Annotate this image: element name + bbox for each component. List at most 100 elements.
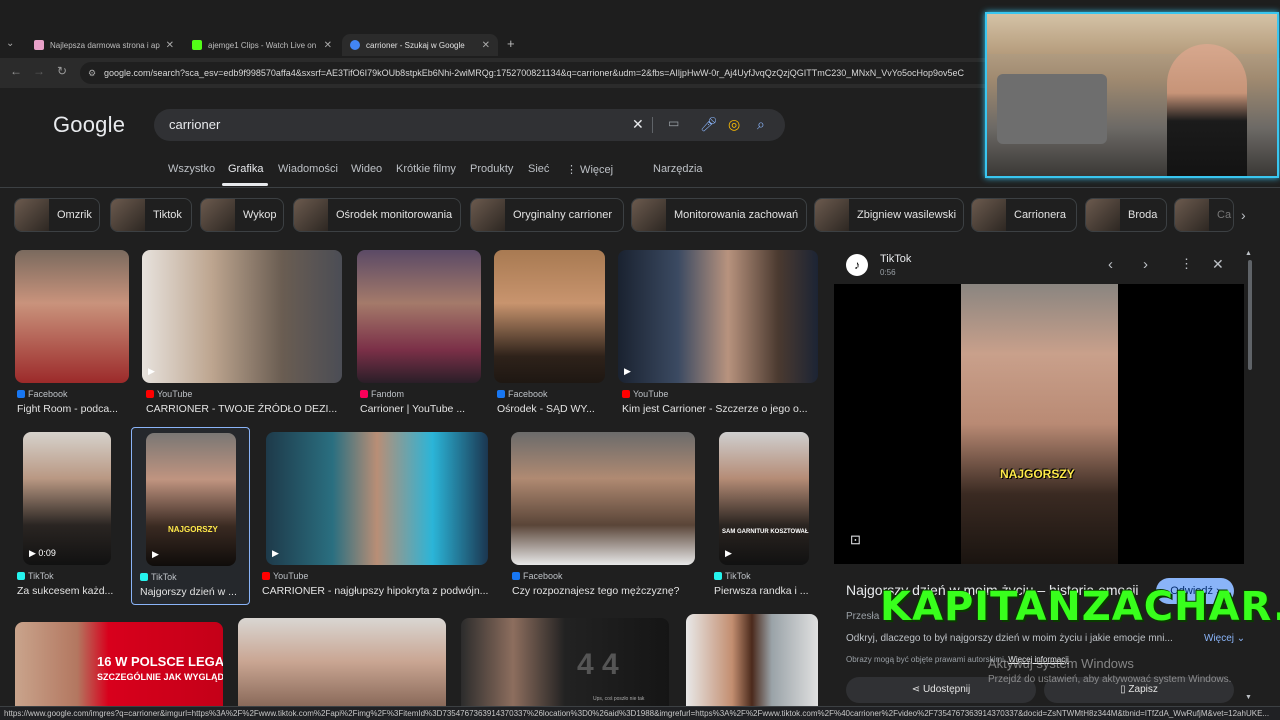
result-source[interactable]: YouTube: [146, 389, 192, 399]
forward-arrow-icon[interactable]: →: [33, 64, 45, 78]
result-thumbnail[interactable]: [238, 618, 446, 706]
image-result[interactable]: Facebook Fight Room - podca...: [15, 250, 129, 420]
result-title[interactable]: Kim jest Carrioner - Szczerze o jego o..…: [622, 403, 818, 415]
scroll-up-icon[interactable]: ▲: [1245, 250, 1252, 257]
close-tab-icon[interactable]: ✕: [166, 40, 174, 51]
more-link[interactable]: Więcej ⌄: [1204, 633, 1245, 644]
tab-short-videos[interactable]: Krótkie filmy: [396, 163, 456, 175]
search-icon[interactable]: ⌕: [757, 116, 765, 133]
chevron-right-icon[interactable]: ›: [1143, 256, 1148, 273]
search-bar[interactable]: carrioner ✕ ▭ 🎤︎ ◎ ⌕: [154, 109, 785, 141]
google-logo[interactable]: Google: [53, 112, 125, 138]
result-title[interactable]: CARRIONER - TWOJE ŹRÓDŁO DEZI...: [146, 403, 342, 415]
tab-images[interactable]: Grafika: [228, 163, 263, 175]
tab-list-chevron-icon[interactable]: ⌄: [6, 38, 14, 49]
image-result[interactable]: 4 4 Ups, coś poszło nie tak: [461, 618, 669, 706]
chip-osrodek-monitorowania[interactable]: Ośrodek monitorowania: [293, 198, 461, 232]
browser-tab-1[interactable]: Najlepsza darmowa strona i ap ✕: [26, 34, 182, 56]
tab-web[interactable]: Sieć: [528, 163, 549, 175]
result-thumbnail[interactable]: [494, 250, 605, 383]
chevron-left-icon[interactable]: ‹: [1108, 256, 1113, 273]
image-result[interactable]: SAM GARNITUR KOSZTOWAŁ ▶ TikTok Pierwsza…: [713, 432, 817, 602]
result-title[interactable]: CARRIONER - najgłupszy hipokryta z podwó…: [262, 585, 492, 597]
result-thumbnail[interactable]: ▶: [142, 250, 342, 383]
result-thumbnail[interactable]: 4 4 Ups, coś poszło nie tak: [461, 618, 669, 706]
result-thumbnail[interactable]: ▶: [266, 432, 488, 565]
back-arrow-icon[interactable]: ←: [10, 64, 22, 78]
close-icon[interactable]: ✕: [1212, 256, 1224, 273]
chip-omzrik[interactable]: Omzrik: [14, 198, 100, 232]
result-thumbnail[interactable]: ▶: [618, 250, 818, 383]
result-source[interactable]: Facebook: [17, 389, 68, 399]
result-thumbnail[interactable]: ▶ 0:09: [23, 432, 111, 565]
tab-tools[interactable]: Narzędzia: [653, 163, 703, 175]
tab-products[interactable]: Produkty: [470, 163, 513, 175]
result-thumbnail[interactable]: [511, 432, 695, 565]
result-thumbnail[interactable]: 16 W POLSCE LEGALNA SZCZEGÓLNIE JAK WYGL…: [15, 622, 223, 706]
chip-carrionera[interactable]: Carrionera: [971, 198, 1077, 232]
result-title[interactable]: Carrioner | YouTube ...: [360, 403, 481, 415]
keyboard-icon[interactable]: ▭: [668, 116, 679, 130]
lens-camera-icon[interactable]: ◎: [728, 116, 740, 133]
close-tab-icon[interactable]: ✕: [482, 40, 490, 51]
close-tab-icon[interactable]: ✕: [324, 40, 332, 51]
chip-broda[interactable]: Broda: [1085, 198, 1167, 232]
site-info-icon[interactable]: ⚙: [88, 62, 96, 84]
panel-scrollbar[interactable]: [1248, 260, 1252, 370]
result-source[interactable]: TikTok: [140, 572, 177, 582]
result-source[interactable]: Fandom: [360, 389, 404, 399]
more-options-icon[interactable]: ⋮: [1180, 256, 1193, 272]
tab-all[interactable]: Wszystko: [168, 163, 215, 175]
preview-video[interactable]: NAJGORSZY ⊡: [834, 284, 1244, 564]
image-result[interactable]: [238, 618, 446, 706]
result-title[interactable]: Fight Room - podca...: [17, 403, 129, 415]
result-thumbnail[interactable]: NAJGORSZY ▶: [146, 433, 236, 566]
result-title[interactable]: Za sukcesem każd...: [17, 585, 119, 597]
result-thumbnail[interactable]: [15, 250, 129, 383]
result-source[interactable]: Facebook: [497, 389, 548, 399]
image-result[interactable]: ▶ YouTube Kim jest Carrioner - Szczerze …: [618, 250, 818, 420]
result-title[interactable]: Pierwsza randka i ...: [714, 585, 817, 597]
reload-icon[interactable]: ↻: [57, 64, 67, 78]
tab-news[interactable]: Wiadomości: [278, 163, 338, 175]
panel-source[interactable]: TikTok: [880, 253, 911, 265]
image-result[interactable]: [686, 614, 818, 706]
search-input[interactable]: carrioner: [169, 117, 220, 132]
chip-tiktok[interactable]: Tiktok: [110, 198, 192, 232]
microphone-icon[interactable]: 🎤︎: [700, 116, 718, 133]
image-result[interactable]: Facebook Czy rozpoznajesz tego mężczyznę…: [511, 432, 695, 602]
new-tab-button[interactable]: +: [507, 36, 515, 51]
address-bar[interactable]: ⚙ google.com/search?sca_esv=edb9f998570a…: [80, 62, 1000, 84]
image-result[interactable]: ▶ 0:09 TikTok Za sukcesem każd...: [15, 432, 119, 602]
chip-wykop[interactable]: Wykop: [200, 198, 284, 232]
chip-monitorowania-zachowan[interactable]: Monitorowania zachowań: [631, 198, 807, 232]
browser-tab-2[interactable]: ajemge1 Clips - Watch Live on ✕: [184, 34, 340, 56]
image-result[interactable]: ▶ YouTube CARRIONER - TWOJE ŹRÓDŁO DEZI.…: [142, 250, 342, 420]
result-title[interactable]: Najgorszy dzień w ...: [140, 586, 246, 598]
image-result-selected[interactable]: NAJGORSZY ▶ TikTok Najgorszy dzień w ...: [131, 427, 250, 605]
lens-search-icon[interactable]: ⊡: [850, 532, 861, 548]
result-source[interactable]: YouTube: [262, 571, 308, 581]
image-result[interactable]: 16 W POLSCE LEGALNA SZCZEGÓLNIE JAK WYGL…: [15, 622, 223, 706]
tab-more[interactable]: ⋮ Więcej: [566, 163, 613, 176]
clear-search-icon[interactable]: ✕: [632, 116, 644, 133]
result-title[interactable]: Czy rozpoznajesz tego mężczyznę?: [512, 585, 695, 597]
browser-tab-3-active[interactable]: carrioner - Szukaj w Google ✕: [342, 34, 498, 56]
tab-videos[interactable]: Wideo: [351, 163, 382, 175]
result-thumbnail[interactable]: [357, 250, 481, 383]
chip-ca[interactable]: Ca: [1174, 198, 1234, 232]
scroll-down-icon[interactable]: ▼: [1245, 694, 1252, 701]
result-source[interactable]: TikTok: [17, 571, 54, 581]
chevron-right-icon[interactable]: ›: [1241, 207, 1246, 223]
result-source[interactable]: YouTube: [622, 389, 668, 399]
result-source[interactable]: Facebook: [512, 571, 563, 581]
result-source[interactable]: TikTok: [714, 571, 751, 581]
chip-zbigniew-wasilewski[interactable]: Zbigniew wasilewski: [814, 198, 964, 232]
result-thumbnail[interactable]: SAM GARNITUR KOSZTOWAŁ ▶: [719, 432, 809, 565]
result-title[interactable]: Ośrodek - SĄD WY...: [497, 403, 605, 415]
image-result[interactable]: ▶ YouTube CARRIONER - najgłupszy hipokry…: [262, 432, 492, 602]
image-result[interactable]: Fandom Carrioner | YouTube ...: [357, 250, 481, 420]
result-thumbnail[interactable]: [686, 614, 818, 706]
image-result[interactable]: Facebook Ośrodek - SĄD WY...: [494, 250, 605, 420]
chip-oryginalny-carrioner[interactable]: Oryginalny carrioner: [470, 198, 624, 232]
